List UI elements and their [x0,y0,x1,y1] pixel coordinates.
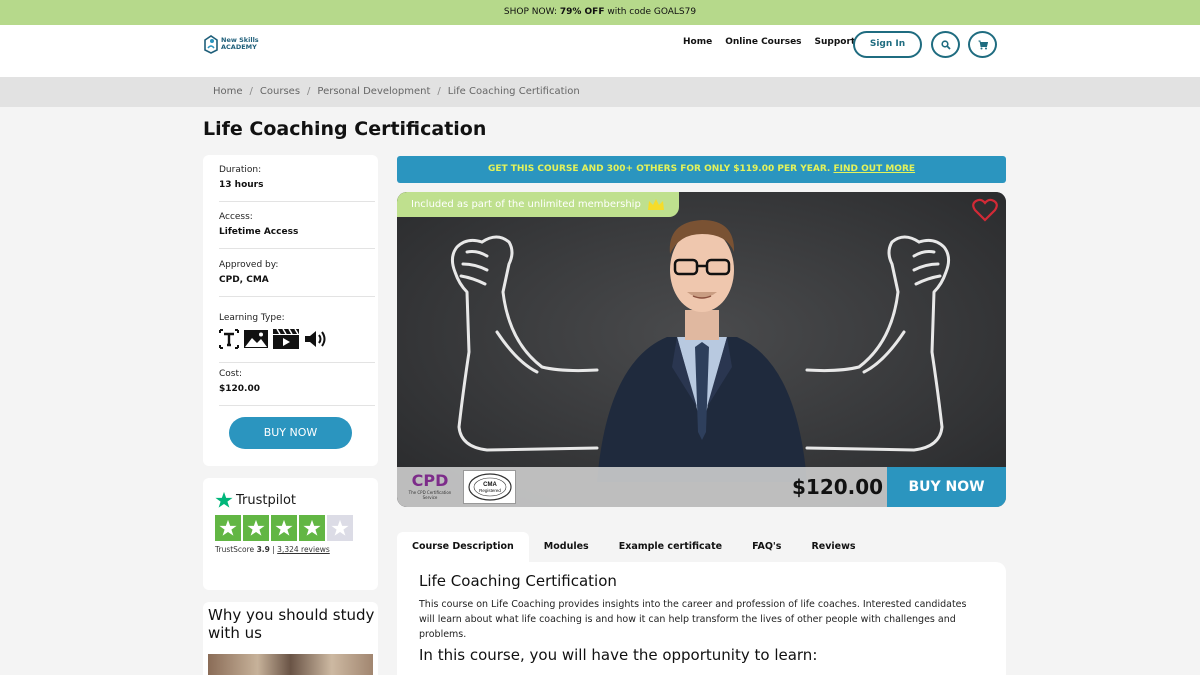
site-logo[interactable]: New Skills ACADEMY [203,34,259,54]
hero-buy-now-button[interactable]: BUY NOW [887,467,1006,507]
info-approved: Approved by: CPD, CMA [219,260,375,297]
find-out-more-link[interactable]: FIND OUT MORE [833,164,915,174]
cma-seal-icon: CMA Registered [467,473,512,501]
hero-illustration [397,192,1006,507]
breadcrumb-courses[interactable]: Courses [260,77,300,107]
trustscore: TrustScore 3.9 | 3,324 reviews [215,545,330,554]
cart-icon [978,40,988,49]
tab-course-description[interactable]: Course Description [397,532,529,562]
search-icon [940,39,951,50]
cpd-logo: CPD The CPD Certification Service [401,471,459,502]
main-nav: Home Online Courses Support [683,37,855,47]
heart-icon [972,198,998,222]
cost-label: Cost: [219,369,243,379]
duration-value: 13 hours [219,180,264,190]
trustpilot-logo: Trustpilot [215,491,296,509]
breadcrumb-separator: / [437,86,441,97]
crown-icon [647,198,664,210]
course-info-card: Duration: 13 hours Access: Lifetime Acce… [203,155,378,466]
breadcrumb-separator: / [249,86,253,97]
membership-banner-text: GET THIS COURSE AND 300+ OTHERS FOR ONLY… [487,164,834,174]
star-empty-icon [327,515,353,541]
star-icon [299,515,325,541]
info-cost: Cost: $120.00 [219,369,375,406]
video-icon [273,329,299,349]
trustpilot-star-icon [215,491,233,508]
trustpilot-widget[interactable]: Trustpilot TrustScore 3.9 | 3,324 review… [203,478,378,590]
sign-in-button[interactable]: Sign In [853,31,922,58]
breadcrumb-current: Life Coaching Certification [447,86,580,97]
svg-text:Registered: Registered [479,488,501,493]
cma-logo: CMA Registered [463,470,516,504]
cpd-logo-text: CPD [411,471,449,490]
text-icon [219,329,239,349]
audio-icon [305,331,326,347]
hero-footer-bar: CPD The CPD Certification Service CMA Re… [397,467,1006,507]
logo-mark-icon [203,34,219,54]
page-title: Life Coaching Certification [203,118,487,140]
trustscore-value: 3.9 [256,545,270,554]
approved-label: Approved by: [219,260,279,270]
star-icon [271,515,297,541]
logo-line-2: ACADEMY [221,43,257,51]
why-study-title: Why you should study with us [208,606,375,642]
breadcrumb-personal-development[interactable]: Personal Development [317,77,430,107]
why-study-image [208,654,373,675]
star-icon [243,515,269,541]
trustpilot-brand: Trustpilot [236,492,297,508]
hero-price: $120.00 [792,475,884,499]
tab-example-certificate[interactable]: Example certificate [604,532,737,562]
info-learning-type: Learning Type: [219,313,375,363]
breadcrumb: Home / Courses / Personal Development / … [213,77,580,107]
trustscore-label: TrustScore [215,545,255,554]
nav-home[interactable]: Home [683,37,712,47]
cost-value: $120.00 [219,384,260,394]
promo-bar: SHOP NOW: 79% OFF with code GOALS79 [0,0,1200,25]
course-hero-image: Included as part of the unlimited member… [397,192,1006,507]
promo-prefix: SHOP NOW: [503,7,560,17]
cpd-logo-subtext: The CPD Certification Service [408,490,452,500]
membership-banner: GET THIS COURSE AND 300+ OTHERS FOR ONLY… [397,156,1006,183]
learning-type-label: Learning Type: [219,313,285,323]
tab-modules[interactable]: Modules [529,532,604,562]
course-tabs: Course Description Modules Example certi… [397,532,871,562]
nav-support[interactable]: Support [815,37,856,47]
info-duration: Duration: 13 hours [219,165,375,202]
why-study-card: Why you should study with us [203,602,378,675]
content-paragraph: This course on Life Coaching provides in… [419,599,967,640]
nav-online-courses[interactable]: Online Courses [725,37,801,47]
wishlist-button[interactable] [972,198,998,226]
included-membership-label: Included as part of the unlimited member… [411,199,641,210]
sidebar-buy-now-button[interactable]: BUY NOW [229,417,352,449]
promo-suffix: with code GOALS79 [604,7,697,17]
image-icon [244,330,268,348]
search-button[interactable] [931,31,960,58]
breadcrumb-separator: / [307,86,311,97]
content-title: Life Coaching Certification [419,572,617,590]
trustpilot-reviews-link[interactable]: 3,324 reviews [277,545,330,554]
breadcrumb-home[interactable]: Home [213,77,243,107]
approved-value: CPD, CMA [219,275,269,285]
cart-button[interactable] [968,31,997,58]
tab-faqs[interactable]: FAQ's [737,532,796,562]
included-membership-tag: Included as part of the unlimited member… [397,192,679,217]
info-access: Access: Lifetime Access [219,212,375,249]
access-label: Access: [219,212,253,222]
access-value: Lifetime Access [219,227,299,237]
content-subtitle: In this course, you will have the opport… [419,646,818,664]
star-icon [215,515,241,541]
trustpilot-stars [215,515,353,541]
duration-label: Duration: [219,165,262,175]
promo-discount: 79% OFF [559,7,605,17]
site-header: New Skills ACADEMY Home Online Courses S… [0,25,1200,77]
breadcrumb-bar: Home / Courses / Personal Development / … [0,77,1200,107]
tab-reviews[interactable]: Reviews [796,532,870,562]
trustscore-separator: | [272,545,275,554]
course-description-panel: Life Coaching Certification This course … [397,562,1006,675]
